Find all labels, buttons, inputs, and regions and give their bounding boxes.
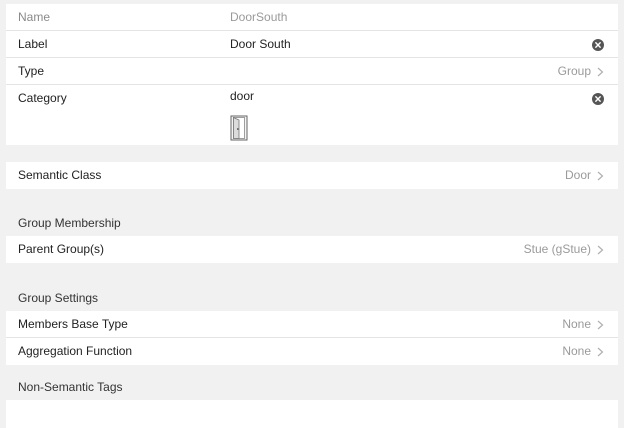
type-label: Type: [18, 64, 45, 78]
tags-panel: [6, 400, 618, 428]
door-icon: [230, 115, 248, 141]
type-selector[interactable]: Group: [558, 58, 604, 85]
semantic-class-row[interactable]: Semantic Class Door: [6, 162, 618, 189]
aggregation-function-row[interactable]: Aggregation Function None: [6, 338, 618, 365]
aggregation-function-label: Aggregation Function: [18, 344, 133, 358]
item-editor: Name DoorSouth Label Door South Type Gro…: [0, 0, 624, 428]
type-value: Group: [557, 64, 591, 78]
item-details-panel: Name DoorSouth Label Door South Type Gro…: [6, 4, 618, 145]
parent-groups-selector[interactable]: Stue (gStue): [524, 236, 604, 263]
group-settings-title: Group Settings: [18, 291, 99, 305]
semantic-class-label: Semantic Class: [18, 168, 102, 182]
non-semantic-tags-title: Non-Semantic Tags: [18, 380, 123, 394]
semantic-panel: Semantic Class Door: [6, 162, 618, 189]
parent-groups-row[interactable]: Parent Group(s) Stue (gStue): [6, 236, 618, 263]
chevron-right-icon: [597, 245, 604, 254]
category-row[interactable]: Category door: [6, 85, 618, 145]
name-value: DoorSouth: [230, 10, 288, 24]
clear-label-icon[interactable]: [592, 39, 604, 51]
semantic-class-selector[interactable]: Door: [565, 162, 604, 189]
parent-groups-value: Stue (gStue): [523, 242, 591, 256]
category-input[interactable]: door: [230, 85, 254, 107]
label-input[interactable]: Door South: [230, 31, 291, 58]
membership-panel: Parent Group(s) Stue (gStue): [6, 236, 618, 263]
group-membership-title: Group Membership: [18, 216, 121, 230]
category-label: Category: [18, 91, 67, 105]
semantic-class-value: Door: [564, 168, 591, 182]
settings-panel: Members Base Type None Aggregation Funct…: [6, 311, 618, 365]
members-base-type-value: None: [562, 317, 591, 331]
label-row[interactable]: Label Door South: [6, 31, 618, 58]
members-base-type-selector[interactable]: None: [562, 311, 604, 338]
chevron-right-icon: [597, 171, 604, 180]
clear-category-icon[interactable]: [592, 93, 604, 105]
members-base-type-row[interactable]: Members Base Type None: [6, 311, 618, 338]
label-label: Label: [18, 37, 48, 51]
aggregation-function-value: None: [562, 344, 591, 358]
tags-input-row[interactable]: [6, 400, 618, 427]
name-row: Name DoorSouth: [6, 4, 618, 31]
chevron-right-icon: [597, 347, 604, 356]
chevron-right-icon: [597, 67, 604, 76]
members-base-type-label: Members Base Type: [18, 317, 128, 331]
type-row[interactable]: Type Group: [6, 58, 618, 85]
aggregation-function-selector[interactable]: None: [562, 338, 604, 365]
parent-groups-label: Parent Group(s): [18, 242, 105, 256]
chevron-right-icon: [597, 320, 604, 329]
name-label: Name: [18, 10, 51, 24]
